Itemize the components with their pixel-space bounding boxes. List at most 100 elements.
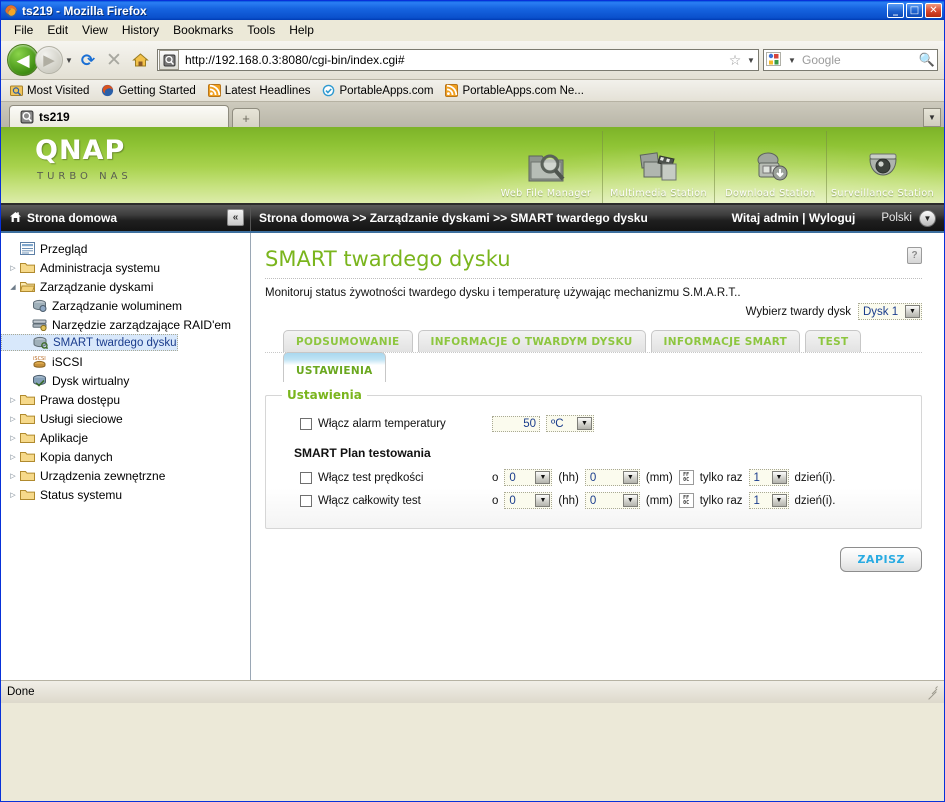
rapid-test-minute-select[interactable]: 0 ▼ xyxy=(584,469,640,486)
tab-informacje-o-twardym-dysku[interactable]: INFORMACJE O TWARDYM DYSKU xyxy=(417,330,646,352)
chevron-down-icon[interactable]: ▼ xyxy=(905,305,920,318)
rapid-test-days-select[interactable]: 1 ▼ xyxy=(748,469,789,486)
chevron-down-icon[interactable]: ▼ xyxy=(771,471,787,484)
menu-item-tools[interactable]: Tools xyxy=(240,21,282,39)
sidebar-item-status-systemu[interactable]: ▷ Status systemu xyxy=(1,485,250,504)
rapid-test-every-label: tylko raz xyxy=(699,471,743,484)
url-text[interactable]: http://192.168.0.3:8080/cgi-bin/index.cg… xyxy=(180,53,726,67)
sidebar-item-zarzadzanie-woluminem[interactable]: Zarządzanie woluminem xyxy=(1,296,250,315)
sidebar-item-przeglad[interactable]: Przegląd xyxy=(1,239,250,258)
expand-arrow-icon[interactable]: ▷ xyxy=(7,396,19,404)
collapse-arrow-icon[interactable]: ◢ xyxy=(7,283,19,291)
sidebar-item-dysk-wirtualny[interactable]: Dysk wirtualny xyxy=(1,371,250,390)
help-button[interactable]: ? xyxy=(907,247,922,264)
chevron-down-icon[interactable]: ▼ xyxy=(622,471,638,484)
folder-icon xyxy=(19,468,36,483)
bookmark-portableapps[interactable]: PortableApps.com xyxy=(317,83,438,98)
reload-icon[interactable]: ⟳ xyxy=(75,47,101,73)
expand-arrow-icon[interactable]: ▷ xyxy=(7,491,19,499)
temp-alarm-label: Włącz alarm temperatury xyxy=(318,417,446,430)
search-engine-dropdown-icon[interactable]: ▼ xyxy=(785,56,799,65)
bookmark-portableapps-news[interactable]: PortableApps.com Ne... xyxy=(440,83,588,98)
menu-item-bookmarks[interactable]: Bookmarks xyxy=(166,21,240,39)
rapid-test-checkbox[interactable] xyxy=(300,471,312,484)
google-icon[interactable] xyxy=(766,52,783,68)
chevron-down-icon[interactable]: ▼ xyxy=(622,494,638,507)
close-button[interactable]: ✕ xyxy=(925,3,942,18)
site-identity-icon[interactable] xyxy=(159,50,179,70)
bookmark-most-visited[interactable]: Most Visited xyxy=(5,83,94,98)
stop-icon[interactable]: ✕ xyxy=(101,47,127,73)
home-icon[interactable] xyxy=(127,47,153,73)
sidebar-item-urzadzenia-zewnetrzne[interactable]: ▷ Urządzenia zewnętrzne xyxy=(1,466,250,485)
sidebar-item-kopia-danych[interactable]: ▷ Kopia danych xyxy=(1,447,250,466)
menu-bar: File Edit View History Bookmarks Tools H… xyxy=(1,20,944,41)
tab-ts219[interactable]: ts219 xyxy=(9,105,229,127)
home-breadcrumb-panel[interactable]: Strona domowa « xyxy=(1,205,251,231)
search-input[interactable]: Google xyxy=(799,53,917,67)
tab-test[interactable]: TEST xyxy=(805,330,862,352)
search-icon[interactable]: 🔍 xyxy=(917,52,937,68)
sidebar-item-iscsi[interactable]: iSCSI iSCSI xyxy=(1,352,250,371)
chevron-down-icon[interactable]: ▼ xyxy=(577,417,592,430)
minimize-button[interactable]: _ xyxy=(887,3,904,18)
smart-plan-title: SMART Plan testowania xyxy=(294,446,431,460)
bookmark-getting-started[interactable]: Getting Started xyxy=(96,83,200,98)
maximize-button[interactable]: □ xyxy=(906,3,923,18)
full-test-days-select[interactable]: 1 ▼ xyxy=(748,492,789,509)
station-surveillance[interactable]: Surveillance Station xyxy=(826,131,938,203)
save-button[interactable]: ZAPISZ xyxy=(840,547,922,572)
menu-item-history[interactable]: History xyxy=(115,21,166,39)
title-bar: ts219 - Mozilla Firefox _ □ ✕ xyxy=(1,1,944,20)
rapid-test-hour-select[interactable]: 0 ▼ xyxy=(504,469,553,486)
tab-ustawienia[interactable]: USTAWIENIA xyxy=(283,352,386,382)
sidebar-item-zarzadzanie-dyskami[interactable]: ◢ Zarządzanie dyskami xyxy=(1,277,250,296)
raid-icon xyxy=(31,317,48,332)
new-tab-button[interactable]: + xyxy=(232,108,260,127)
full-test-minute-select[interactable]: 0 ▼ xyxy=(584,492,640,509)
resize-grip-icon[interactable] xyxy=(924,685,938,700)
menu-item-edit[interactable]: Edit xyxy=(40,21,75,39)
disk-select[interactable]: Dysk 1 ▼ xyxy=(858,303,922,320)
rapid-test-row: Włącz test prędkości o 0 ▼ (hh) 0 ▼ (mm)… xyxy=(266,466,921,489)
menu-item-view[interactable]: View xyxy=(75,21,115,39)
chevron-down-icon[interactable]: ▼ xyxy=(535,471,551,484)
expand-arrow-icon[interactable]: ▷ xyxy=(7,453,19,461)
menu-item-file[interactable]: File xyxy=(7,21,40,39)
station-multimedia[interactable]: Multimedia Station xyxy=(602,131,714,203)
forward-button[interactable]: ▶ xyxy=(35,46,63,74)
address-bar[interactable]: http://192.168.0.3:8080/cgi-bin/index.cg… xyxy=(157,49,759,71)
tab-podsumowanie[interactable]: PODSUMOWANIE xyxy=(283,330,413,352)
station-download[interactable]: Download Station xyxy=(714,131,826,203)
full-test-checkbox[interactable] xyxy=(300,494,312,507)
sidebar-item-aplikacje[interactable]: ▷ Aplikacje xyxy=(1,428,250,447)
full-test-hour-select[interactable]: 0 ▼ xyxy=(504,492,553,509)
expand-arrow-icon[interactable]: ▷ xyxy=(7,264,19,272)
welcome-logout[interactable]: Witaj admin | Wyloguj xyxy=(732,211,856,225)
bookmark-star-icon[interactable]: ☆ xyxy=(726,52,744,69)
url-dropdown-icon[interactable]: ▼ xyxy=(744,56,758,65)
chevron-down-icon[interactable]: ▼ xyxy=(535,494,551,507)
sidebar-item-administracja-systemu[interactable]: ▷ Administracja systemu xyxy=(1,258,250,277)
history-dropdown-icon[interactable]: ▼ xyxy=(63,50,75,70)
collapse-sidebar-button[interactable]: « xyxy=(227,209,244,226)
sidebar-item-prawa-dostepu[interactable]: ▷ Prawa dostępu xyxy=(1,390,250,409)
tab-list-button[interactable]: ▼ xyxy=(923,108,941,127)
expand-arrow-icon[interactable]: ▷ xyxy=(7,472,19,480)
bookmark-latest-headlines[interactable]: Latest Headlines xyxy=(203,83,316,98)
folder-icon xyxy=(19,260,36,275)
chevron-down-icon[interactable]: ▼ xyxy=(771,494,787,507)
sidebar-item-raid[interactable]: Narzędzie zarządzające RAID'em xyxy=(1,315,250,334)
expand-arrow-icon[interactable]: ▷ xyxy=(7,434,19,442)
language-dropdown-icon[interactable]: ▼ xyxy=(919,209,936,227)
temp-alarm-checkbox[interactable] xyxy=(300,417,312,430)
tab-informacje-smart[interactable]: INFORMACJE SMART xyxy=(650,330,801,352)
search-bar[interactable]: ▼ Google 🔍 xyxy=(763,49,938,71)
temp-unit-select[interactable]: ºC ▼ xyxy=(546,415,594,432)
temp-alarm-input[interactable]: 50 xyxy=(492,415,540,432)
sidebar-item-uslugi-sieciowe[interactable]: ▷ Usługi sieciowe xyxy=(1,409,250,428)
sidebar-item-smart-twardego-dysku[interactable]: SMART twardego dysku xyxy=(1,334,178,351)
expand-arrow-icon[interactable]: ▷ xyxy=(7,415,19,423)
menu-item-help[interactable]: Help xyxy=(282,21,321,39)
station-web-file-manager[interactable]: Web File Manager xyxy=(490,131,602,203)
